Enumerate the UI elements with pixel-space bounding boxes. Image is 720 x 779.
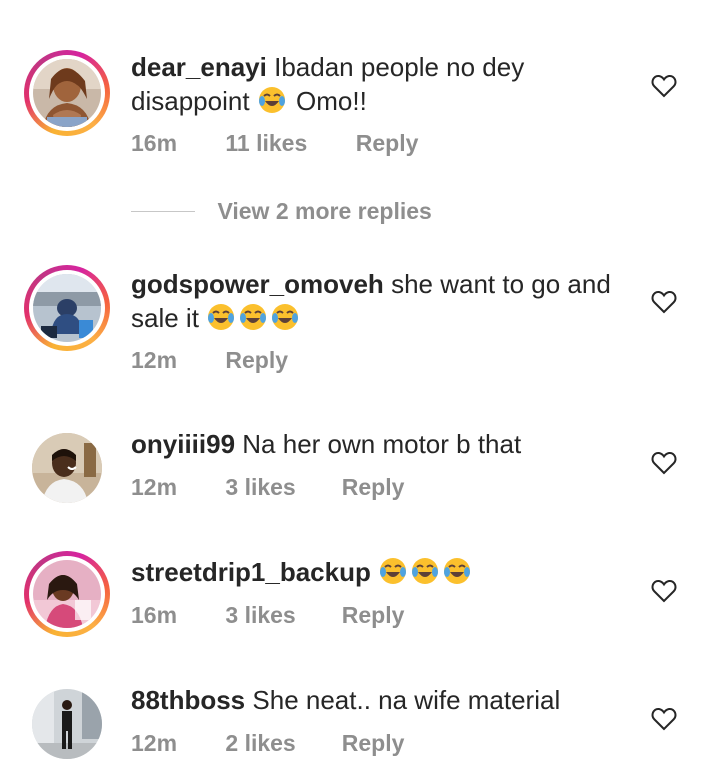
heart-icon[interactable]: [651, 579, 677, 603]
comment-body: Na her own motor b that: [242, 429, 522, 459]
face-with-tears-of-joy-icon: [272, 304, 299, 330]
comment-body: She neat.. na wife material: [252, 685, 561, 715]
avatar[interactable]: [33, 560, 101, 628]
face-with-tears-of-joy-icon: [444, 558, 471, 584]
face-with-tears-of-joy-icon: [240, 304, 267, 330]
comment-text: streetdrip1_backup: [131, 555, 631, 589]
reply-button[interactable]: Reply: [342, 602, 405, 629]
avatar[interactable]: [33, 59, 101, 127]
comment-likes[interactable]: 3 likes: [225, 602, 335, 629]
reply-button[interactable]: Reply: [225, 347, 288, 374]
comment-time: 12m: [131, 347, 178, 373]
avatar[interactable]: [32, 689, 102, 759]
avatar[interactable]: [32, 433, 102, 503]
reply-button[interactable]: Reply: [342, 474, 405, 501]
story-ring[interactable]: [24, 551, 110, 637]
comment-time: 12m: [131, 474, 178, 500]
comment-time: 16m: [131, 602, 178, 628]
comment-username[interactable]: dear_enayi: [131, 52, 267, 82]
comment-meta: 16m 11 likes Reply: [131, 130, 418, 157]
comment-likes[interactable]: 3 likes: [225, 474, 335, 501]
avatar-frame[interactable]: [24, 681, 110, 767]
comment-text: 88thboss She neat.. na wife material: [131, 683, 631, 717]
story-ring[interactable]: [24, 50, 110, 136]
heart-icon[interactable]: [651, 451, 677, 475]
comment-time: 12m: [131, 730, 178, 756]
view-more-replies-label[interactable]: View 2 more replies: [217, 198, 431, 224]
comment-username[interactable]: godspower_omoveh: [131, 269, 384, 299]
reply-button[interactable]: Reply: [356, 130, 419, 157]
comment-username[interactable]: streetdrip1_backup: [131, 557, 371, 587]
comment-username[interactable]: 88thboss: [131, 685, 245, 715]
comment-meta: 12m Reply: [131, 347, 288, 374]
comment-text: dear_enayi Ibadan people no dey disappoi…: [131, 50, 631, 118]
heart-icon[interactable]: [651, 707, 677, 731]
comment-likes[interactable]: 2 likes: [225, 730, 335, 757]
heart-icon[interactable]: [651, 74, 677, 98]
face-with-tears-of-joy-icon: [258, 87, 285, 113]
avatar[interactable]: [33, 274, 101, 342]
view-more-replies[interactable]: View 2 more replies: [131, 198, 432, 226]
reply-button[interactable]: Reply: [342, 730, 405, 757]
comment-time: 16m: [131, 130, 178, 156]
comment-meta: 12m 3 likes Reply: [131, 474, 404, 501]
divider-line: [131, 211, 195, 212]
comment-meta: 16m 3 likes Reply: [131, 602, 404, 629]
comment-username[interactable]: onyiiii99: [131, 429, 235, 459]
comment-body-after-emoji: Omo!!: [296, 86, 367, 116]
face-with-tears-of-joy-icon: [380, 558, 407, 584]
comment-likes[interactable]: 11 likes: [225, 130, 349, 157]
avatar-frame[interactable]: [24, 425, 110, 511]
comment-meta: 12m 2 likes Reply: [131, 730, 404, 757]
face-with-tears-of-joy-icon: [208, 304, 235, 330]
story-ring[interactable]: [24, 265, 110, 351]
heart-icon[interactable]: [651, 290, 677, 314]
comment-text: godspower_omoveh she want to go and sale…: [131, 267, 631, 335]
comment-text: onyiiii99 Na her own motor b that: [131, 427, 631, 461]
face-with-tears-of-joy-icon: [412, 558, 439, 584]
